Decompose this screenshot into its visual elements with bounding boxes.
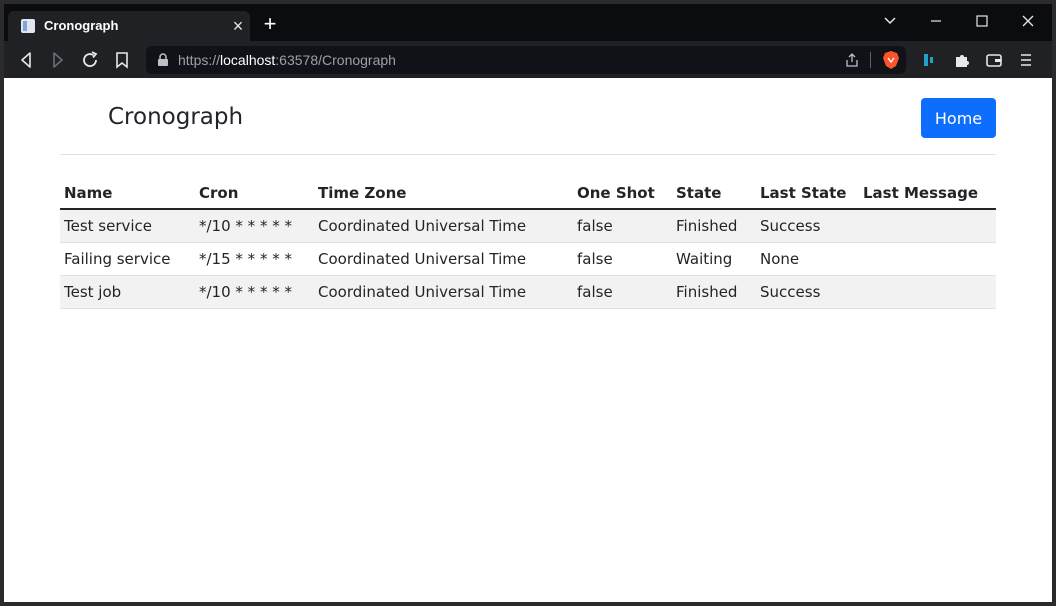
forward-icon[interactable] [46,48,70,72]
cell-time-zone: Coordinated Universal Time [314,242,573,276]
cell-time-zone: Coordinated Universal Time [314,275,573,309]
table-row: Test service */10 * * * * * Coordinated … [60,209,996,243]
cell-cron: */15 * * * * * [195,242,314,276]
cell-cron: */10 * * * * * [195,209,314,243]
share-icon[interactable] [844,52,860,68]
page-title: Cronograph [108,104,244,130]
column-header-name: Name [60,178,195,210]
cell-time-zone: Coordinated Universal Time [314,209,573,243]
reload-icon[interactable] [78,48,102,72]
separator [870,52,871,68]
url-scheme: https:// [178,52,221,68]
address-bar[interactable]: https://localhost:63578/Cronograph [146,46,906,74]
header-divider [60,154,996,155]
cell-last-state: None [756,242,859,276]
bookmark-icon[interactable] [110,48,134,72]
tab-cronograph[interactable]: Cronograph × [8,11,250,41]
column-header-state: State [672,178,756,210]
lock-icon [158,53,168,66]
browser-toolbar: https://localhost:63578/Cronograph [4,41,1052,78]
cell-state: Waiting [672,242,756,276]
menu-icon[interactable] [1014,48,1038,72]
cell-one-shot: false [573,209,672,243]
cell-last-state: Success [756,275,859,309]
column-header-one-shot: One Shot [573,178,672,210]
cell-name: Test service [60,209,195,243]
close-window-icon[interactable] [1013,8,1043,34]
plus-icon[interactable]: + [260,13,280,35]
tab-title: Cronograph [44,18,119,33]
cell-state: Finished [672,275,756,309]
cell-one-shot: false [573,275,672,309]
cell-last-message [859,242,996,276]
page-content: Cronograph Home Name Cron Time Zone One … [4,78,1052,602]
column-header-time-zone: Time Zone [314,178,573,210]
page-favicon-icon [21,19,35,33]
browser-window: Cronograph × + https://localhost:63578/C… [4,4,1052,602]
jobs-table: Name Cron Time Zone One Shot State Last … [60,178,996,309]
cell-name: Test job [60,275,195,309]
title-bar: Cronograph × + [4,4,1052,41]
wallet-icon[interactable] [982,48,1006,72]
url-text: https://localhost:63578/Cronograph [178,52,396,68]
table-header-row: Name Cron Time Zone One Shot State Last … [60,178,996,210]
chevron-down-icon[interactable] [875,8,905,34]
puzzle-icon[interactable] [950,48,974,72]
minimize-icon[interactable] [921,8,951,34]
cell-last-message [859,209,996,243]
cell-state: Finished [672,209,756,243]
table-row: Test job */10 * * * * * Coordinated Univ… [60,275,996,309]
back-icon[interactable] [14,48,38,72]
extension-icon[interactable] [918,48,942,72]
url-path: :63578/Cronograph [275,52,396,68]
home-button[interactable]: Home [921,98,996,138]
cell-last-state: Success [756,209,859,243]
close-icon[interactable]: × [230,17,246,35]
column-header-last-state: Last State [756,178,859,210]
table-row: Failing service */15 * * * * * Coordinat… [60,242,996,276]
cell-one-shot: false [573,242,672,276]
url-host: localhost [220,52,276,68]
brave-lion-icon[interactable] [882,50,900,70]
maximize-icon[interactable] [967,8,997,34]
column-header-last-message: Last Message [859,178,996,210]
cell-name: Failing service [60,242,195,276]
cell-cron: */10 * * * * * [195,275,314,309]
column-header-cron: Cron [195,178,314,210]
cell-last-message [859,275,996,309]
